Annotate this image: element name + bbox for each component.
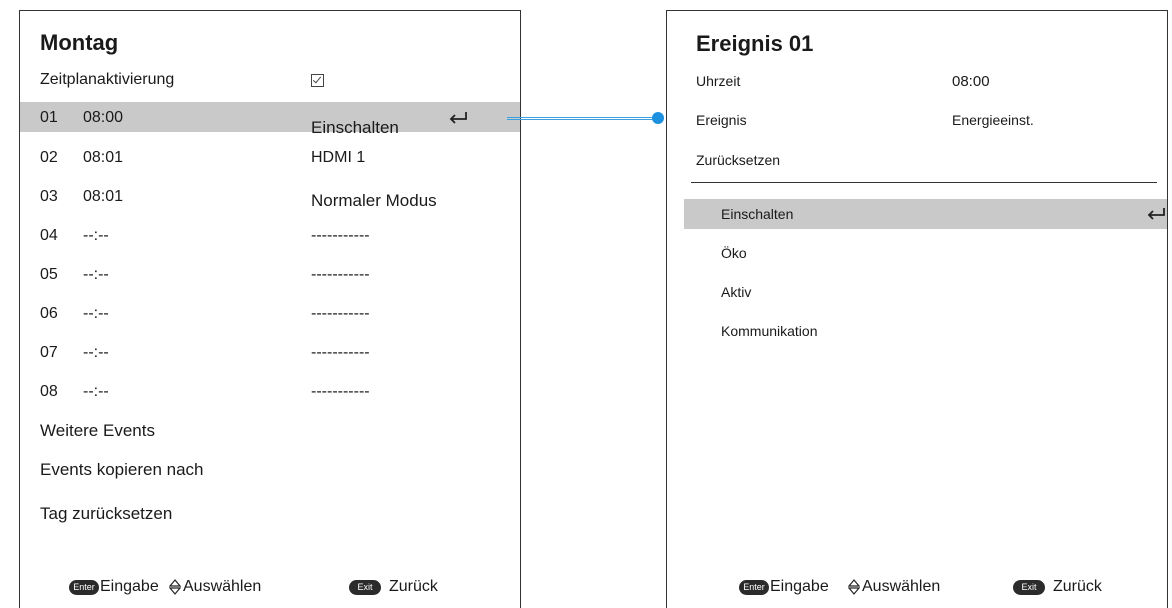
event-row-06[interactable]: 06 --:-- ----------- [20, 298, 520, 328]
event-value: ----------- [311, 266, 370, 283]
time-row[interactable]: Uhrzeit 08:00 [667, 66, 1167, 96]
option-label: Kommunikation [721, 323, 818, 339]
event-value: Einschalten [311, 118, 399, 137]
event-detail-panel: Ereignis 01 Uhrzeit 08:00 Ereignis Energ… [666, 10, 1168, 608]
enter-hint-label: Eingabe [770, 578, 829, 595]
event-row-05[interactable]: 05 --:-- ----------- [20, 259, 520, 289]
event-time: 08:01 [83, 149, 124, 166]
enter-arrow-icon [449, 112, 467, 124]
event-value: Normaler Modus [311, 191, 437, 210]
event-number: 03 [40, 188, 58, 205]
event-number: 01 [40, 109, 58, 126]
select-hint-label: Auswählen [183, 578, 262, 595]
option-label: Öko [721, 245, 747, 261]
option-power-on[interactable]: Einschalten [684, 199, 1167, 229]
event-time: --:-- [83, 383, 109, 400]
event-value: HDMI 1 [311, 149, 366, 166]
checkbox-checked-icon[interactable] [311, 74, 324, 87]
event-number: 07 [40, 344, 58, 361]
option-active[interactable]: Aktiv [684, 277, 1167, 307]
footer-hints: Enter Eingabe Auswählen Exit Zurück [20, 568, 520, 608]
schedule-day-panel: Montag Zeitplanaktivierung 01 08:00 Eins… [19, 10, 521, 608]
back-hint-label: Zurück [389, 578, 438, 595]
event-number: 02 [40, 149, 58, 166]
select-hint-label: Auswählen [862, 578, 941, 595]
event-time: 08:01 [83, 188, 124, 205]
event-value: ----------- [311, 305, 370, 322]
time-value: 08:00 [952, 73, 990, 90]
copy-events-item[interactable]: Events kopieren nach [20, 453, 520, 483]
event-value: ----------- [311, 227, 370, 244]
reset-row[interactable]: Zurücksetzen [667, 145, 1167, 175]
event-number: 08 [40, 383, 58, 400]
event-number: 06 [40, 305, 58, 322]
event-time: --:-- [83, 266, 109, 283]
option-label: Aktiv [721, 284, 752, 300]
enter-key-icon: Enter [69, 580, 99, 595]
reset-label: Zurücksetzen [696, 152, 781, 168]
event-value: ----------- [311, 344, 370, 361]
option-communication[interactable]: Kommunikation [684, 316, 1167, 346]
exit-key-icon: Exit [1013, 580, 1045, 595]
selection-connector-line [507, 117, 659, 120]
more-events-label: Weitere Events [40, 421, 155, 440]
event-time: --:-- [83, 227, 109, 244]
footer-hints: Enter Eingabe Auswählen Exit Zurück [667, 568, 1167, 608]
enter-key-icon: Enter [739, 580, 769, 595]
event-time: --:-- [83, 344, 109, 361]
event-type-value: Energieeinst. [952, 112, 1034, 128]
event-value: ----------- [311, 383, 370, 400]
event-title: Ereignis 01 [696, 31, 814, 56]
more-events-item[interactable]: Weitere Events [20, 414, 520, 444]
event-number: 04 [40, 227, 58, 244]
event-row-02[interactable]: 02 08:01 HDMI 1 [20, 142, 520, 172]
event-type-label: Ereignis [696, 112, 747, 128]
event-row-08[interactable]: 08 --:-- ----------- [20, 376, 520, 406]
back-hint-label: Zurück [1053, 578, 1102, 595]
copy-events-label: Events kopieren nach [40, 460, 204, 479]
event-time: 08:00 [83, 109, 124, 126]
schedule-activation-label: Zeitplanaktivierung [40, 71, 175, 88]
event-row-03[interactable]: 03 08:01 Normaler Modus [20, 181, 520, 211]
time-label: Uhrzeit [696, 73, 741, 89]
day-title: Montag [40, 30, 119, 55]
reset-day-item[interactable]: Tag zurücksetzen [20, 497, 520, 527]
enter-hint-label: Eingabe [100, 578, 159, 595]
up-down-arrow-icon [169, 579, 181, 595]
event-number: 05 [40, 266, 58, 283]
enter-arrow-icon [1147, 208, 1165, 220]
event-time: --:-- [83, 305, 109, 322]
event-row-04[interactable]: 04 --:-- ----------- [20, 220, 520, 250]
up-down-arrow-icon [848, 579, 860, 595]
option-label: Einschalten [721, 206, 794, 222]
event-type-row[interactable]: Ereignis Energieeinst. [667, 105, 1167, 135]
event-row-07[interactable]: 07 --:-- ----------- [20, 337, 520, 367]
option-eco[interactable]: Öko [684, 238, 1167, 268]
connector-dot [652, 112, 664, 124]
divider [691, 182, 1157, 183]
schedule-activation-row[interactable]: Zeitplanaktivierung [20, 64, 520, 94]
exit-key-icon: Exit [349, 580, 381, 595]
reset-day-label: Tag zurücksetzen [40, 504, 173, 523]
event-row-01[interactable]: 01 08:00 Einschalten [20, 102, 520, 137]
